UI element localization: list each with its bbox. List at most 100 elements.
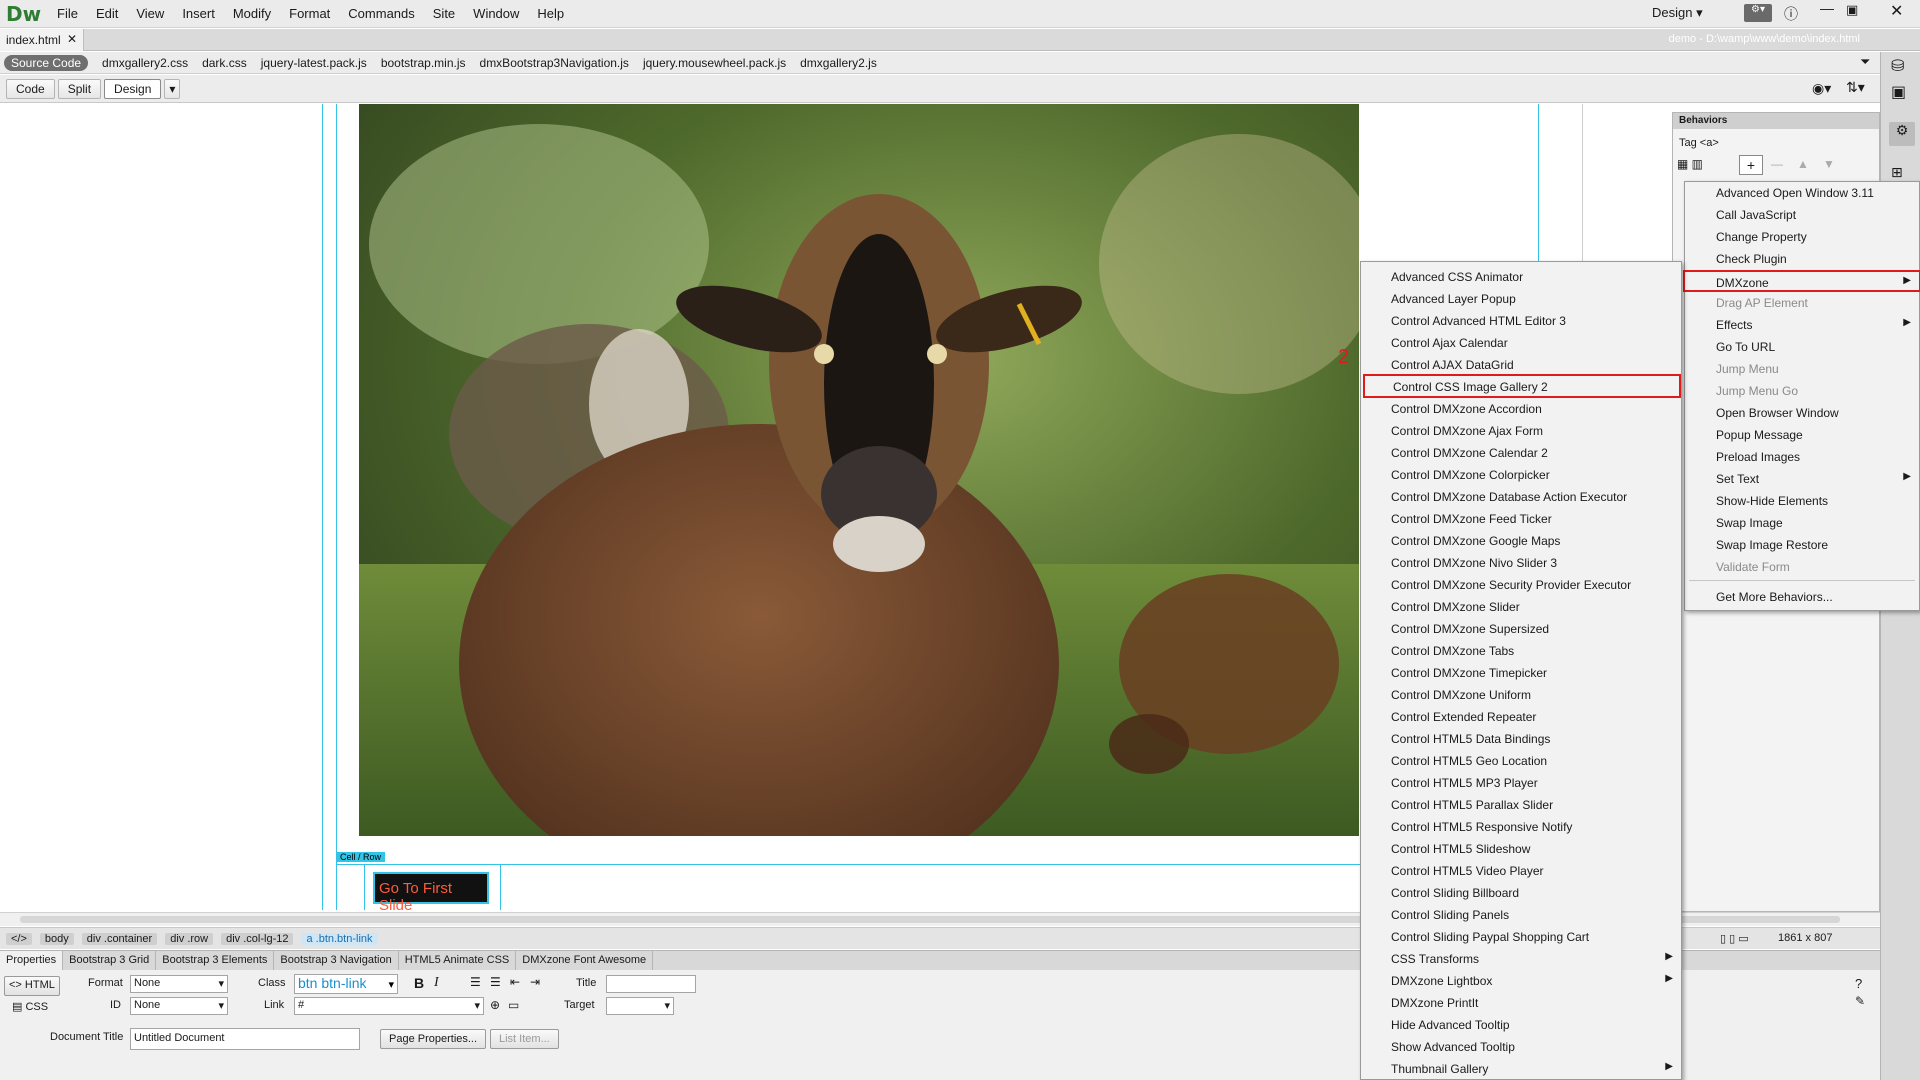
menu-item[interactable]: Advanced CSS Animator <box>1361 266 1681 288</box>
file-transfer-icon[interactable]: ⇅▾ <box>1846 79 1865 96</box>
format-select[interactable]: None ▾ <box>130 975 228 993</box>
related-file[interactable]: jquery.mousewheel.pack.js <box>643 56 786 70</box>
menu-help[interactable]: Help <box>528 6 573 21</box>
code-view-button[interactable]: Code <box>6 78 55 99</box>
menu-item[interactable]: Swap Image Restore <box>1685 534 1919 556</box>
menu-item[interactable]: Control Advanced HTML Editor 3 <box>1361 310 1681 332</box>
menu-item[interactable]: Call JavaScript <box>1685 204 1919 226</box>
related-file[interactable]: dark.css <box>202 56 247 70</box>
tag-item[interactable]: div .col-lg-12 <box>221 932 294 945</box>
menu-item[interactable]: Effects ▶ <box>1685 314 1919 336</box>
code-navigator-icon[interactable]: </> <box>6 932 32 945</box>
tag-item-selected[interactable]: a .btn.btn-link <box>301 932 378 945</box>
menu-item[interactable]: Control DMXzone Slider <box>1361 596 1681 618</box>
menu-item[interactable]: Show-Hide Elements <box>1685 490 1919 512</box>
split-view-button[interactable]: Split <box>57 78 102 99</box>
menu-item[interactable]: Control HTML5 Slideshow <box>1361 838 1681 860</box>
menu-item[interactable]: Control DMXzone Timepicker <box>1361 662 1681 684</box>
menu-item[interactable]: Validate Form <box>1685 556 1919 578</box>
menu-item[interactable]: Thumbnail Gallery ▶ <box>1361 1058 1681 1080</box>
close-tab-icon[interactable]: ✕ <box>67 32 77 46</box>
add-behavior-button[interactable]: + <box>1739 155 1763 175</box>
class-select[interactable]: btn btn-link ▾ <box>294 974 398 994</box>
menu-modify[interactable]: Modify <box>224 6 280 21</box>
menu-item[interactable]: Control DMXzone Colorpicker <box>1361 464 1681 486</box>
menu-item[interactable]: Control Sliding Panels <box>1361 904 1681 926</box>
menu-item[interactable]: Control HTML5 Data Bindings <box>1361 728 1681 750</box>
tab-html5-animate[interactable]: HTML5 Animate CSS <box>399 951 517 970</box>
menu-item[interactable]: Set Text ▶ <box>1685 468 1919 490</box>
files-panel-icon[interactable]: ⛁ <box>1891 56 1904 76</box>
indent-icon[interactable]: ⇥ <box>530 975 540 989</box>
preview-icon[interactable]: ◉▾ <box>1812 80 1831 97</box>
italic-icon[interactable]: I <box>434 975 439 991</box>
list-item-button[interactable]: List Item... <box>490 1029 559 1049</box>
extensions-icon[interactable]: ⚙▾ <box>1744 4 1772 22</box>
menu-item[interactable]: CSS Transforms ▶ <box>1361 948 1681 970</box>
menu-item[interactable]: Hide Advanced Tooltip <box>1361 1014 1681 1036</box>
html-mode-button[interactable]: <> HTML <box>4 976 60 996</box>
point-to-file-icon[interactable]: ⊕ <box>490 998 500 1012</box>
remove-behavior-icon[interactable]: — <box>1771 157 1783 171</box>
menu-item-get-more[interactable]: Get More Behaviors... <box>1685 586 1919 608</box>
tab-bootstrap-grid[interactable]: Bootstrap 3 Grid <box>63 951 157 970</box>
menu-item[interactable]: Control DMXzone Calendar 2 <box>1361 442 1681 464</box>
tag-item[interactable]: div .row <box>165 932 214 945</box>
menu-item[interactable]: Control Sliding Paypal Shopping Cart <box>1361 926 1681 948</box>
behaviors-panel-icon[interactable]: ⚙ <box>1889 122 1915 146</box>
title-input[interactable] <box>606 975 696 993</box>
menu-item[interactable]: Control DMXzone Accordion <box>1361 398 1681 420</box>
move-up-icon[interactable]: ▲ <box>1797 157 1809 171</box>
link-input[interactable]: # ▾ <box>294 997 484 1015</box>
menu-item-css-image-gallery[interactable]: Control CSS Image Gallery 2 <box>1363 374 1681 398</box>
workspace-switcher[interactable]: Design ▾ <box>1652 5 1703 21</box>
menu-item[interactable]: DMXzone Lightbox ▶ <box>1361 970 1681 992</box>
assets-panel-icon[interactable]: ▣ <box>1891 82 1906 102</box>
css-mode-button[interactable]: ▤ CSS <box>12 1000 48 1013</box>
unordered-list-icon[interactable]: ☰ <box>470 975 481 989</box>
minimize-icon[interactable]: — <box>1820 0 1834 16</box>
move-down-icon[interactable]: ▼ <box>1823 157 1835 171</box>
menu-item[interactable]: Open Browser Window <box>1685 402 1919 424</box>
tab-properties[interactable]: Properties <box>0 951 64 970</box>
document-tab[interactable]: index.html ✕ <box>0 29 84 51</box>
related-file[interactable]: dmxBootstrap3Navigation.js <box>480 56 629 70</box>
menu-item[interactable]: Control DMXzone Database Action Executor <box>1361 486 1681 508</box>
menu-item[interactable]: Control DMXzone Feed Ticker <box>1361 508 1681 530</box>
menu-item[interactable]: Show Advanced Tooltip <box>1361 1036 1681 1058</box>
related-file[interactable]: jquery-latest.pack.js <box>261 56 367 70</box>
menu-item[interactable]: Go To URL <box>1685 336 1919 358</box>
menu-file[interactable]: File <box>48 6 87 21</box>
menu-item[interactable]: Advanced Open Window 3.11 <box>1685 182 1919 204</box>
menu-item[interactable]: Advanced Layer Popup <box>1361 288 1681 310</box>
menu-item[interactable]: Popup Message <box>1685 424 1919 446</box>
menu-item[interactable]: Control AJAX DataGrid <box>1361 354 1681 376</box>
menu-item[interactable]: Control HTML5 Video Player <box>1361 860 1681 882</box>
id-select[interactable]: None ▾ <box>130 997 228 1015</box>
outdent-icon[interactable]: ⇤ <box>510 975 520 989</box>
quick-tag-editor-icon[interactable]: ✎ <box>1855 994 1865 1008</box>
browse-folder-icon[interactable]: ▭ <box>508 998 519 1012</box>
design-view-button[interactable]: Design <box>104 78 162 99</box>
menu-item[interactable]: Control DMXzone Tabs <box>1361 640 1681 662</box>
menu-item[interactable]: Control DMXzone Supersized <box>1361 618 1681 640</box>
go-to-first-slide-button[interactable]: Go To First Slide <box>373 872 489 912</box>
show-set-events-icon[interactable]: ▦ ▥ <box>1677 157 1703 171</box>
tag-item[interactable]: body <box>39 932 74 945</box>
device-size-icons[interactable]: ▯ ▯ ▭ <box>1720 932 1749 945</box>
menu-item[interactable]: Preload Images <box>1685 446 1919 468</box>
menu-item[interactable]: Change Property <box>1685 226 1919 248</box>
tab-font-awesome[interactable]: DMXzone Font Awesome <box>516 951 654 970</box>
menu-window[interactable]: Window <box>464 6 528 21</box>
target-select[interactable]: ▾ <box>606 997 674 1015</box>
menu-item[interactable]: Control HTML5 Responsive Notify <box>1361 816 1681 838</box>
menu-item[interactable]: Control HTML5 Geo Location <box>1361 750 1681 772</box>
ordered-list-icon[interactable]: ☰ <box>490 975 501 989</box>
page-properties-button[interactable]: Page Properties... <box>380 1029 487 1049</box>
menu-edit[interactable]: Edit <box>87 6 127 21</box>
menu-item[interactable]: Control DMXzone Uniform <box>1361 684 1681 706</box>
menu-item[interactable]: Swap Image <box>1685 512 1919 534</box>
menu-item[interactable]: Control Extended Repeater <box>1361 706 1681 728</box>
help-circle-icon[interactable]: ? <box>1855 976 1862 991</box>
filter-icon[interactable]: ⏷ <box>1860 54 1870 70</box>
